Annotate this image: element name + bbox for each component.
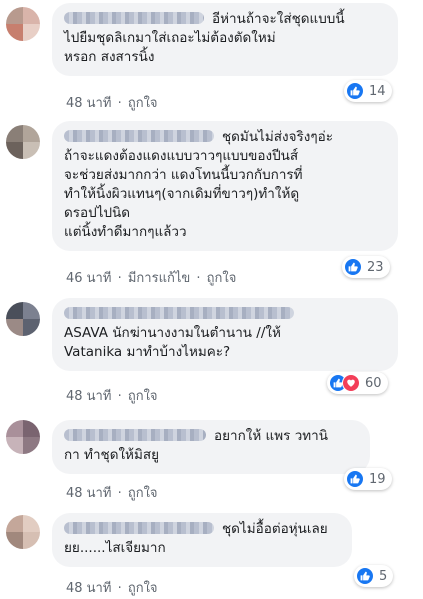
comment-line: หรอก สงสารนิ้ง — [64, 49, 155, 65]
commenter-name-blurred[interactable] — [64, 130, 214, 142]
reaction-summary[interactable]: 23 — [342, 256, 390, 278]
comment-time[interactable]: 48 นาที — [66, 389, 111, 404]
love-reaction-icon — [342, 374, 360, 392]
comment-meta: 48 นาที · ถูกใจ — [66, 96, 158, 111]
avatar[interactable] — [6, 125, 40, 159]
like-link[interactable]: ถูกใจ — [128, 96, 158, 111]
reaction-summary[interactable]: 5 — [354, 565, 394, 587]
like-link[interactable]: ถูกใจ — [207, 271, 237, 286]
like-link[interactable]: ถูกใจ — [128, 389, 158, 404]
comment-meta: 46 นาที · มีการแก้ไข · ถูกใจ — [66, 271, 237, 286]
comment-meta: 48 นาที · ถูกใจ — [66, 389, 158, 404]
comment-time[interactable]: 48 นาที — [66, 486, 111, 501]
comment-line: ทำให้นิ้งผิวแทนๆ(จากเดิมที่ขาวๆ)ทำให้ดู — [64, 186, 300, 202]
reaction-summary[interactable]: 19 — [344, 468, 392, 490]
comment-line: ถ้าจะแดงต้องแดงแบบวาวๆแบบของปีนส์ — [64, 148, 299, 164]
reaction-count: 14 — [369, 83, 386, 99]
like-link[interactable]: ถูกใจ — [128, 486, 158, 501]
reaction-summary[interactable]: 60 — [327, 372, 388, 394]
commenter-name-blurred[interactable] — [64, 12, 204, 24]
comment-line: Vatanika มาทำบ้างไหมคะ? — [64, 344, 231, 360]
comment-meta: 48 นาที · ถูกใจ — [66, 581, 158, 596]
comment-line: ยย......ไสเจียมาก — [64, 540, 166, 556]
commenter-name-blurred[interactable] — [64, 522, 214, 534]
comment-line: จะช่วยส่งมากกว่า แดงโทนนี้บวกกับการที่ — [64, 167, 303, 183]
comment-line: แต่นิ้งทำดีมากๆแล้วว — [64, 224, 187, 240]
comment-time[interactable]: 46 นาที — [66, 271, 111, 286]
comment-line: ASAVA นักฆ่านางงามในตำนาน //ให้ — [64, 325, 281, 341]
comment-line — [64, 305, 386, 324]
comment-meta: 48 นาที · ถูกใจ — [66, 486, 158, 501]
comment-bubble: ชุดมันไม่ส่งจริงๆอ่ะ ถ้าจะแดงต้องแดงแบบว… — [52, 121, 398, 251]
like-reaction-icon — [356, 567, 374, 585]
comment-bubble: ASAVA นักฆ่านางงามในตำนาน //ให้ Vatanika… — [52, 298, 398, 371]
comment-bubble: อยากให้ แพร วทานิ กา ทำชุดให้มิสยู — [52, 420, 370, 474]
comment-line: อีห่านถ้าจะใส่ชุดแบบนี้ — [64, 10, 386, 29]
commenter-name-blurred[interactable] — [64, 429, 206, 441]
reaction-count: 60 — [365, 375, 382, 391]
reaction-count: 23 — [367, 259, 384, 275]
avatar[interactable] — [6, 7, 40, 41]
like-reaction-icon — [346, 470, 364, 488]
comment-line: ดรอปไปนิด — [64, 205, 131, 221]
commenter-name-blurred[interactable] — [64, 307, 294, 319]
reaction-count: 5 — [379, 568, 388, 584]
comment-time[interactable]: 48 นาที — [66, 581, 111, 596]
comment-line: ชุดมันไม่ส่งจริงๆอ่ะ — [64, 128, 386, 147]
comment-line: กา ทำชุดให้มิสยู — [64, 447, 159, 463]
avatar[interactable] — [6, 420, 40, 454]
edited-label[interactable]: มีการแก้ไข — [128, 271, 190, 286]
comment-line: ชุดไม่อื้อต่อหุ่นเลย — [64, 520, 340, 539]
reaction-count: 19 — [369, 471, 386, 487]
comment-line: อยากให้ แพร วทานิ — [64, 427, 358, 446]
comment-time[interactable]: 48 นาที — [66, 96, 111, 111]
avatar[interactable] — [6, 515, 40, 549]
comment-bubble: ชุดไม่อื้อต่อหุ่นเลย ยย......ไสเจียมาก — [52, 513, 352, 567]
like-link[interactable]: ถูกใจ — [128, 581, 158, 596]
like-reaction-icon — [344, 258, 362, 276]
comment-line: ไปยืมชุดลิเกมาใส่เถอะไม่ต้องตัดใหม่ — [64, 30, 276, 46]
like-reaction-icon — [346, 82, 364, 100]
avatar[interactable] — [6, 302, 40, 336]
reaction-summary[interactable]: 14 — [344, 80, 392, 102]
comment-bubble: อีห่านถ้าจะใส่ชุดแบบนี้ ไปยืมชุดลิเกมาใส… — [52, 3, 398, 76]
